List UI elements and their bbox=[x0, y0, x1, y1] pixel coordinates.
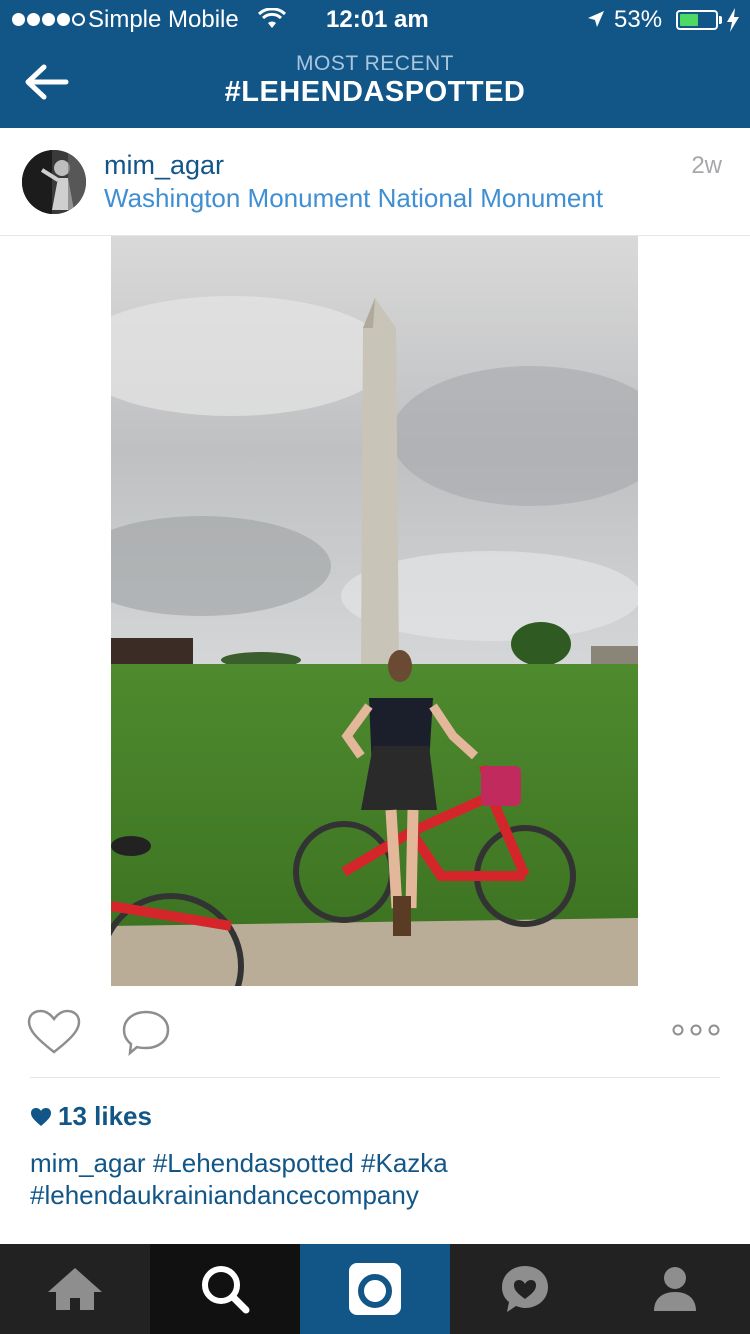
post-location[interactable]: Washington Monument National Monument bbox=[104, 183, 603, 214]
tab-camera[interactable] bbox=[300, 1244, 450, 1334]
signal-strength-icon bbox=[12, 13, 85, 26]
heart-like-icon[interactable] bbox=[26, 1008, 82, 1056]
post-caption: mim_agar #Lehendaspotted #Kazka #lehenda… bbox=[30, 1147, 720, 1211]
nav-subtitle: MOST RECENT bbox=[296, 52, 454, 75]
battery-level-fill bbox=[680, 14, 698, 26]
tab-home[interactable] bbox=[0, 1244, 150, 1334]
caption-hashtag[interactable]: #Kazka bbox=[361, 1148, 448, 1178]
post-time-ago: 2w bbox=[691, 152, 722, 179]
battery-icon bbox=[676, 10, 722, 30]
more-options-icon[interactable] bbox=[672, 1022, 720, 1038]
camera-icon bbox=[349, 1263, 401, 1315]
avatar[interactable] bbox=[22, 150, 86, 214]
wifi-icon bbox=[258, 8, 286, 28]
caption-username[interactable]: mim_agar bbox=[30, 1148, 146, 1178]
status-time: 12:01 am bbox=[326, 6, 429, 33]
heart-filled-icon bbox=[31, 1107, 51, 1126]
top-bar: Simple Mobile 12:01 am 53% MOST RECENT #… bbox=[0, 0, 750, 128]
tab-profile[interactable] bbox=[600, 1244, 750, 1334]
profile-icon bbox=[654, 1267, 696, 1311]
caption-hashtag[interactable]: #lehendaukrainiandancecompany bbox=[30, 1180, 419, 1210]
activity-icon bbox=[502, 1266, 548, 1312]
post-header: mim_agar Washington Monument National Mo… bbox=[0, 128, 750, 236]
likes-label: 13 likes bbox=[58, 1101, 152, 1131]
charging-bolt-icon bbox=[727, 8, 739, 32]
search-icon bbox=[202, 1266, 250, 1314]
post-photo[interactable] bbox=[111, 236, 638, 986]
battery-percent: 53% bbox=[614, 6, 663, 33]
carrier-name: Simple Mobile bbox=[88, 6, 239, 33]
tab-activity[interactable] bbox=[450, 1244, 600, 1334]
tab-bar bbox=[0, 1244, 750, 1334]
post-username[interactable]: mim_agar bbox=[104, 150, 224, 181]
divider bbox=[30, 1077, 720, 1078]
home-icon bbox=[48, 1268, 102, 1310]
post-actions bbox=[0, 986, 750, 1078]
page-title: #LEHENDASPOTTED bbox=[224, 76, 526, 108]
location-arrow-icon bbox=[588, 11, 604, 27]
comment-icon[interactable] bbox=[120, 1008, 172, 1056]
status-bar: Simple Mobile 12:01 am 53% bbox=[0, 0, 750, 40]
likes-count[interactable]: 13 likes bbox=[30, 1101, 152, 1132]
caption-hashtag[interactable]: #Lehendaspotted bbox=[153, 1148, 354, 1178]
tab-search[interactable] bbox=[150, 1244, 300, 1334]
